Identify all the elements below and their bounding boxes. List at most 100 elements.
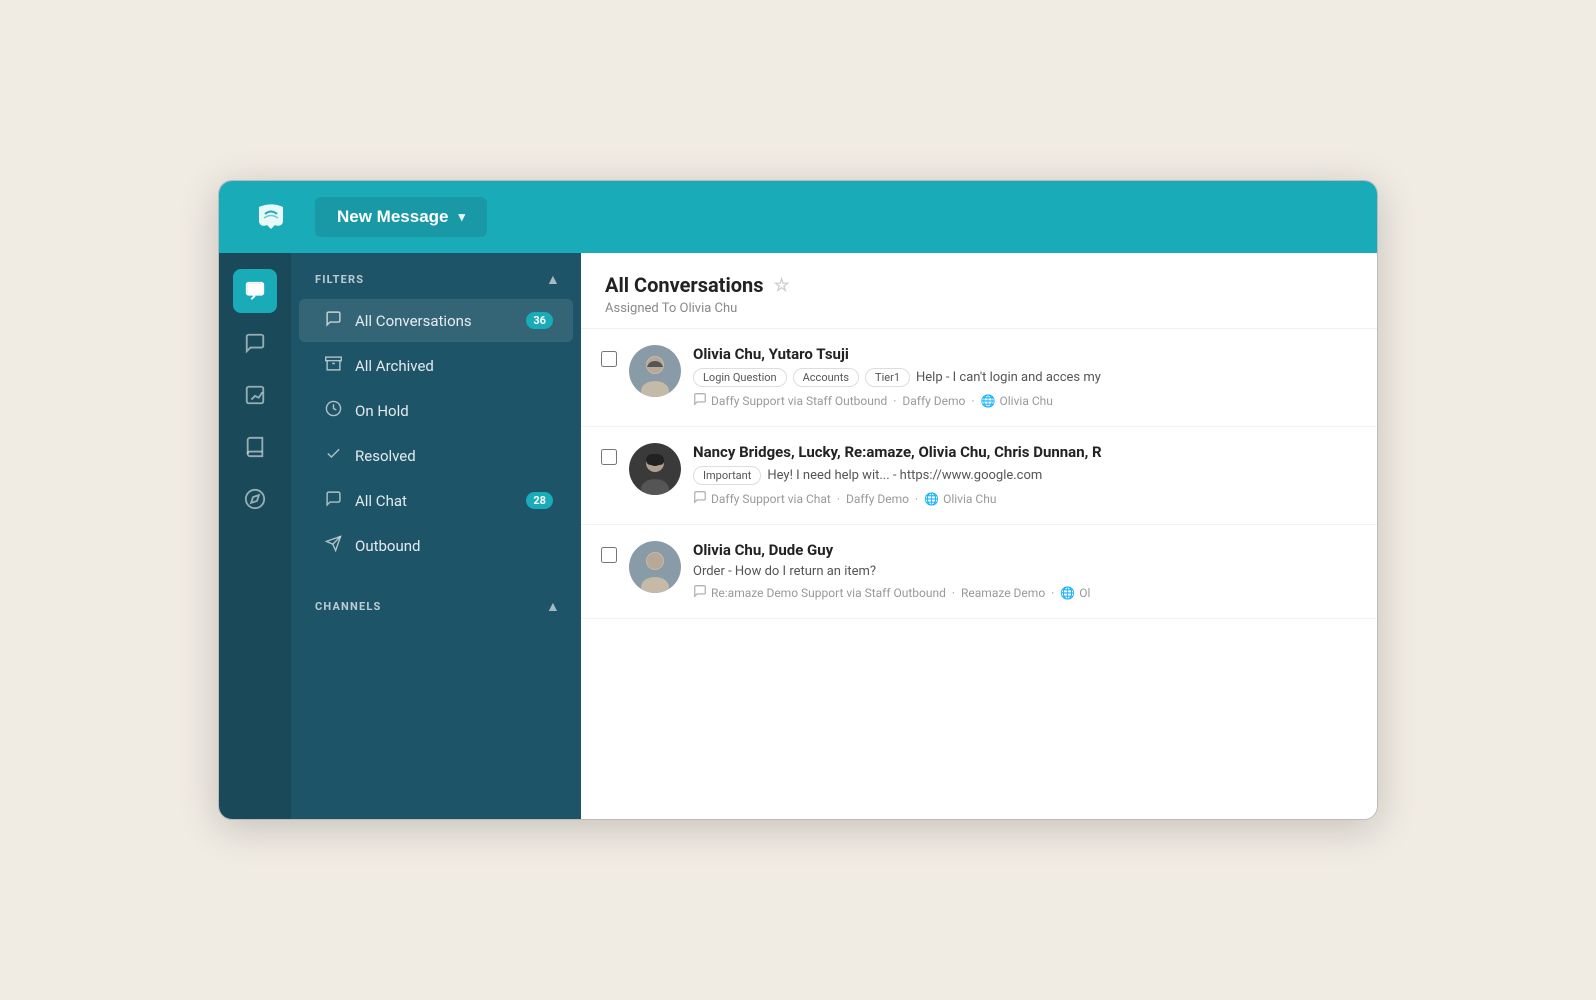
conv-3-agent: Ol [1079,586,1090,600]
conv-3-store: Reamaze Demo [961,586,1045,600]
all-archived-icon [323,355,343,376]
conv-3-meta: Re:amaze Demo Support via Staff Outbound… [693,584,1357,602]
conv-2-avatar-img [629,443,681,495]
conv-1-dot2: · [971,394,974,408]
conversation-panel: All Conversations ☆ Assigned To Olivia C… [581,253,1377,819]
conv-1-channel: Daffy Support via Staff Outbound [711,394,887,408]
on-hold-icon [323,400,343,421]
conv-3-info: Olivia Chu, Dude Guy Order - How do I re… [693,541,1357,602]
conv-1-avatar [629,345,681,397]
conv-1-names: Olivia Chu, Yutaro Tsuji [693,345,1357,363]
conv-3-message: Order - How do I return an item? [693,564,876,579]
sidebar-icon-compass[interactable] [233,477,277,521]
filter-sidebar: FILTERS ▲ All Conversations 36 All Archi… [291,253,581,819]
conv-2-channel: Daffy Support via Chat [711,492,831,506]
conv-3-agent-icon: 🌐 [1060,586,1075,600]
all-conversations-icon [323,310,343,331]
panel-title-text: All Conversations [605,273,764,297]
outbound-label: Outbound [355,537,553,555]
all-archived-label: All Archived [355,357,553,375]
sidebar-icon-chat[interactable] [233,269,277,313]
conv-3-dot1: · [952,586,955,600]
conv-1-meta: Daffy Support via Staff Outbound · Daffy… [693,392,1357,410]
logo-icon [253,199,289,235]
conversation-panel-title: All Conversations ☆ [605,273,1353,297]
filter-on-hold[interactable]: On Hold [299,389,573,432]
channels-label: CHANNELS [315,600,382,613]
conv-3-avatar [629,541,681,593]
conv-2-agent: Olivia Chu [943,492,996,506]
filters-collapse-icon[interactable]: ▲ [546,271,561,288]
outbound-icon [323,535,343,556]
tag-tier1: Tier1 [865,368,910,387]
conv-1-channel-icon [693,392,707,410]
icon-sidebar [219,253,291,819]
new-message-button[interactable]: New Message ▾ [315,197,487,237]
conv-1-store: Daffy Demo [902,394,965,408]
on-hold-label: On Hold [355,402,553,420]
conv-3-tags: Order - How do I return an item? [693,564,1357,579]
chevron-icon: ▾ [459,209,466,225]
conv-2-agent-icon: 🌐 [924,492,939,506]
tag-accounts: Accounts [793,368,859,387]
conversation-list: Olivia Chu, Yutaro Tsuji Login Question … [581,329,1377,819]
conv-3-channel-icon [693,584,707,602]
conv-2-avatar [629,443,681,495]
conv-2-meta: Daffy Support via Chat · Daffy Demo · 🌐 … [693,490,1357,508]
conv-2-tags: Important Hey! I need help wit... - http… [693,466,1357,485]
conv-1-dot1: · [893,394,896,408]
conv-2-checkbox[interactable] [601,449,617,465]
resolved-label: Resolved [355,447,553,465]
filter-all-conversations[interactable]: All Conversations 36 [299,299,573,342]
filter-all-archived[interactable]: All Archived [299,344,573,387]
conv-1-tags: Login Question Accounts Tier1 Help - I c… [693,368,1357,387]
conversation-item-1[interactable]: Olivia Chu, Yutaro Tsuji Login Question … [581,329,1377,427]
conv-3-avatar-img [629,541,681,593]
all-conversations-label: All Conversations [355,312,514,330]
conv-1-avatar-img [629,345,681,397]
all-conversations-badge: 36 [526,312,553,329]
conv-3-names: Olivia Chu, Dude Guy [693,541,1357,559]
conversation-item-2[interactable]: Nancy Bridges, Lucky, Re:amaze, Olivia C… [581,427,1377,525]
tag-important: Important [693,466,761,485]
conv-1-message: Help - I can't login and acces my [916,370,1101,385]
panel-subtitle: Assigned To Olivia Chu [605,301,1353,316]
filter-all-chat[interactable]: All Chat 28 [299,479,573,522]
sidebar-icon-conversations[interactable] [233,321,277,365]
conv-1-agent: Olivia Chu [1000,394,1053,408]
main-row: FILTERS ▲ All Conversations 36 All Archi… [219,253,1377,819]
sidebar-icon-analytics[interactable] [233,373,277,417]
top-bar: New Message ▾ [219,181,1377,253]
conv-3-dot2: · [1051,586,1054,600]
resolved-icon [323,445,343,466]
filters-section-header: FILTERS ▲ [291,253,581,298]
star-icon[interactable]: ☆ [774,275,790,296]
all-chat-label: All Chat [355,492,514,510]
conv-3-checkbox[interactable] [601,547,617,563]
sidebar-icon-knowledge[interactable] [233,425,277,469]
conv-2-store: Daffy Demo [846,492,909,506]
conv-2-dot2: · [915,492,918,506]
conv-2-info: Nancy Bridges, Lucky, Re:amaze, Olivia C… [693,443,1357,508]
filters-label: FILTERS [315,273,364,286]
tag-login-question: Login Question [693,368,787,387]
conv-2-names: Nancy Bridges, Lucky, Re:amaze, Olivia C… [693,443,1357,461]
filter-resolved[interactable]: Resolved [299,434,573,477]
logo-area [235,199,307,235]
filter-outbound[interactable]: Outbound [299,524,573,567]
all-chat-icon [323,490,343,511]
channels-section-header: CHANNELS ▲ [291,580,581,625]
conv-2-dot1: · [837,492,840,506]
conv-1-agent-icon: 🌐 [981,394,996,408]
app-window: New Message ▾ FILTERS [218,180,1378,820]
conv-2-channel-icon [693,490,707,508]
all-chat-badge: 28 [526,492,553,509]
conv-1-checkbox[interactable] [601,351,617,367]
conv-1-info: Olivia Chu, Yutaro Tsuji Login Question … [693,345,1357,410]
conversation-item-3[interactable]: Olivia Chu, Dude Guy Order - How do I re… [581,525,1377,619]
conversation-header: All Conversations ☆ Assigned To Olivia C… [581,253,1377,329]
channels-collapse-icon[interactable]: ▲ [546,598,561,615]
conv-2-message: Hey! I need help wit... - https://www.go… [767,468,1042,483]
conv-3-channel: Re:amaze Demo Support via Staff Outbound [711,586,946,600]
new-message-label: New Message [337,207,449,227]
